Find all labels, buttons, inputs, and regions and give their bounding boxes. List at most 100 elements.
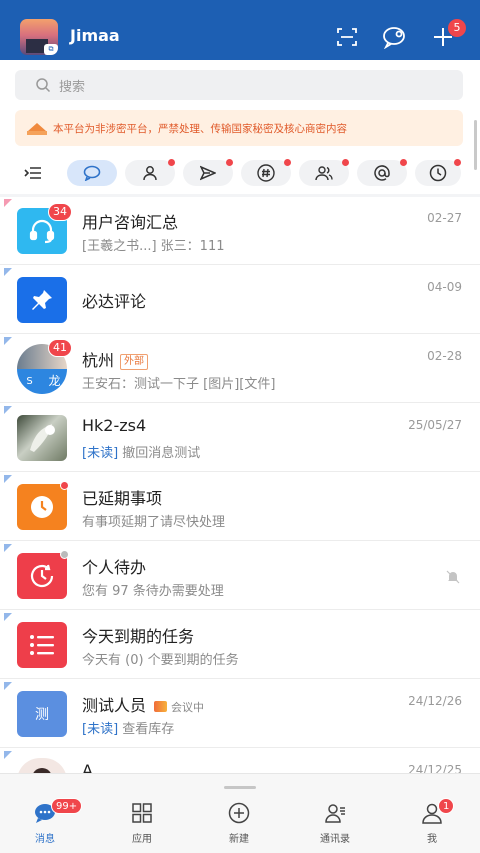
- tab-apps[interactable]: 应用: [102, 796, 182, 846]
- filter-chip-topics[interactable]: [241, 159, 291, 186]
- plus-badge: 5: [448, 19, 466, 37]
- user-avatar[interactable]: ⧉: [20, 19, 58, 55]
- member-initial: 龙: [42, 369, 67, 394]
- conversation-row[interactable]: S 龙 41 杭州 外部 王安石：测试一下子 [图片][文件] 02-28: [0, 335, 480, 403]
- pinned-marker: [4, 337, 12, 345]
- unread-badge: 41: [48, 339, 72, 357]
- filter-chip-groups[interactable]: [299, 159, 349, 186]
- notice-container: 本平台为非涉密平台，严禁处理、传输国家秘密及核心商密内容: [0, 108, 480, 152]
- filter-chip-scheduled[interactable]: [415, 159, 461, 186]
- pinned-marker: [4, 199, 12, 207]
- clock-icon: [429, 164, 447, 182]
- list-icon: [17, 622, 67, 668]
- pinned-marker: [4, 751, 12, 759]
- app-title: Jimaa: [70, 26, 120, 45]
- clock-icon: [17, 484, 67, 530]
- conversation-row[interactable]: 34 用户咨询汇总 [王羲之书...] 张三：111 02-27: [0, 197, 480, 265]
- meeting-icon: [154, 701, 168, 712]
- pinned-marker: [4, 682, 12, 690]
- todo-clock-icon: [17, 553, 67, 599]
- search-placeholder: 搜索: [59, 79, 86, 95]
- conversation-time: 24/12/26: [408, 694, 462, 708]
- tab-label: 应用: [132, 834, 152, 845]
- pinned-marker: [4, 475, 12, 483]
- conversation-row[interactable]: 必达评论 04-09: [0, 266, 480, 334]
- conversation-time: 25/05/27: [408, 418, 462, 432]
- hashtag-icon: [257, 164, 275, 182]
- conversation-title: 今天到期的任务: [82, 627, 195, 646]
- contacts-icon: [325, 804, 345, 823]
- conversation-row[interactable]: 测 测试人员 会议中 [未读] 查看库存 24/12/26: [0, 680, 480, 748]
- person-icon: [143, 166, 157, 181]
- pinned-marker: [4, 406, 12, 414]
- filter-chip-messages[interactable]: [67, 160, 117, 186]
- external-tag: 外部: [120, 354, 149, 370]
- conversation-preview: [王羲之书...] 张三：111: [82, 239, 225, 254]
- conversation-title: 测试人员 会议中: [82, 696, 205, 715]
- pinned-marker: [4, 544, 12, 552]
- tab-messages[interactable]: 消息 99+: [5, 796, 85, 846]
- photo-avatar: [17, 415, 67, 461]
- tab-new[interactable]: 新建: [199, 796, 279, 846]
- tab-label: 新建: [229, 834, 249, 845]
- pinned-marker: [4, 268, 12, 276]
- tab-badge: 1: [438, 798, 455, 814]
- filter-chip-contacts[interactable]: [125, 159, 175, 186]
- mute-icon: [446, 570, 460, 584]
- filter-menu-icon[interactable]: [17, 160, 49, 186]
- unread-tag: [未读]: [82, 446, 119, 461]
- conversation-row[interactable]: Hk2-zs4 [未读] 撤回消息测试 25/05/27: [0, 404, 480, 472]
- tab-badge: 99+: [51, 798, 83, 814]
- scrollbar[interactable]: [474, 120, 477, 170]
- unread-dot: [60, 481, 69, 490]
- megaphone-icon: [27, 123, 47, 135]
- chat-icon: [83, 165, 101, 181]
- conversation-title: 用户咨询汇总: [82, 213, 179, 232]
- conversation-row[interactable]: A 24/12/25: [0, 749, 480, 773]
- tab-label: 通讯录: [320, 834, 350, 845]
- tab-contacts[interactable]: 通讯录: [295, 796, 375, 846]
- top-app-bar: ⧉ Jimaa 5: [0, 0, 480, 60]
- member-initial: S: [17, 369, 42, 394]
- conversation-preview: 您有 97 条待办需要处理: [82, 584, 224, 599]
- group-icon: [315, 166, 333, 181]
- grid-icon: [132, 803, 152, 823]
- filter-bar: [0, 152, 480, 194]
- security-notice-banner: 本平台为非涉密平台，严禁处理、传输国家秘密及核心商密内容: [15, 110, 463, 146]
- drag-handle[interactable]: [224, 786, 256, 789]
- conversation-title: 个人待办: [82, 558, 147, 577]
- conversation-time: 04-09: [427, 280, 462, 294]
- conversation-preview: [未读] 查看库存: [82, 722, 175, 737]
- bottom-tab-bar: 消息 99+ 应用 新建 通讯录 我 1: [0, 773, 480, 853]
- chat-bubble-icon[interactable]: [382, 24, 408, 50]
- unread-badge: 34: [48, 203, 72, 221]
- conversation-preview: 王安石：测试一下子 [图片][文件]: [82, 377, 276, 392]
- filter-chip-sent[interactable]: [183, 159, 233, 186]
- plus-circle-icon: [228, 802, 250, 824]
- conversation-row[interactable]: 今天到期的任务 今天有 (0) 个要到期的任务: [0, 611, 480, 679]
- tab-label: 我: [427, 834, 437, 845]
- pinned-marker: [4, 613, 12, 621]
- status-dot: [60, 550, 69, 559]
- conversation-time: 24/12/25: [408, 763, 462, 773]
- search-icon: [36, 78, 51, 93]
- filter-chip-mentions[interactable]: [357, 159, 407, 186]
- conversation-title: 必达评论: [82, 292, 147, 311]
- at-icon: [374, 165, 390, 181]
- conversation-time: 02-27: [427, 211, 462, 225]
- conversation-preview: 今天有 (0) 个要到期的任务: [82, 653, 239, 668]
- search-input[interactable]: 搜索: [15, 70, 463, 100]
- notice-text: 本平台为非涉密平台，严禁处理、传输国家秘密及核心商密内容: [53, 122, 347, 135]
- tab-label: 消息: [35, 834, 55, 845]
- conversation-row[interactable]: 个人待办 您有 97 条待办需要处理: [0, 542, 480, 610]
- meeting-status: 会议中: [154, 701, 204, 714]
- scan-icon[interactable]: [334, 24, 360, 50]
- conversation-title: Hk2-zs4: [82, 416, 147, 435]
- tab-me[interactable]: 我 1: [392, 796, 472, 846]
- conversation-preview: [未读] 撤回消息测试: [82, 446, 201, 461]
- conversation-title: 杭州 外部: [82, 347, 149, 371]
- unread-tag: [未读]: [82, 722, 119, 737]
- conversation-time: 02-28: [427, 349, 462, 363]
- conversation-row[interactable]: 已延期事项 有事项延期了请尽快处理: [0, 473, 480, 541]
- photo-avatar: [17, 758, 67, 773]
